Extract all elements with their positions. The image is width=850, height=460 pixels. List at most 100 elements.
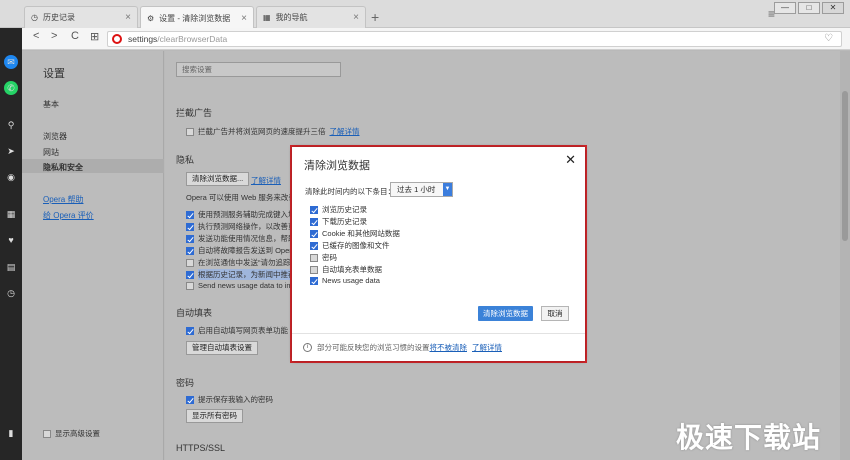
- tab-close-icon[interactable]: ×: [241, 13, 247, 24]
- whatsapp-icon[interactable]: ✆: [4, 81, 18, 95]
- dialog-checkbox[interactable]: [310, 205, 318, 214]
- reload-button[interactable]: C: [71, 30, 79, 42]
- messenger-icon[interactable]: ✉: [4, 55, 18, 69]
- news-icon[interactable]: ▤: [4, 260, 18, 274]
- period-select[interactable]: 过去 1 小时 ▼: [390, 182, 453, 197]
- period-label: 清除此时间内的以下条目：: [305, 187, 395, 196]
- passwords-heading: 密码: [176, 378, 195, 388]
- privacy-option-row[interactable]: 在浏览通信中发送“请勿追踪: [186, 257, 291, 268]
- autofill-heading: 自动填表: [176, 308, 213, 318]
- chevron-down-icon: ▼: [443, 183, 452, 196]
- watermark: 极速下载站: [676, 422, 822, 453]
- back-button[interactable]: <: [33, 30, 39, 42]
- maximize-button[interactable]: □: [798, 2, 820, 14]
- privacy-checkbox[interactable]: [186, 281, 194, 290]
- send-icon[interactable]: ➤: [4, 144, 18, 158]
- passwords-checkbox[interactable]: [186, 395, 194, 404]
- tab-my-navigation[interactable]: ▦ 我的导航 ×: [256, 6, 366, 28]
- dialog-option[interactable]: 下载历史记录: [310, 216, 367, 227]
- tab-close-icon[interactable]: ×: [353, 12, 359, 23]
- adblock-learn-more-link[interactable]: 了解详情: [330, 126, 360, 137]
- dialog-option[interactable]: 已缓存的图像和文件: [310, 240, 390, 251]
- close-icon[interactable]: ✕: [565, 152, 576, 168]
- passwords-row[interactable]: 提示保存我输入的密码: [186, 394, 273, 405]
- rate-opera-link[interactable]: 给 Opera 评价: [43, 210, 94, 221]
- nav-browser[interactable]: 浏览器: [43, 131, 67, 142]
- dialog-option[interactable]: News usage data: [310, 276, 380, 285]
- tabs-view-button[interactable]: ⊞: [90, 30, 99, 43]
- clock-icon: ◷: [31, 13, 38, 22]
- tab-settings[interactable]: ⚙ 设置 - 清除浏览数据 ×: [140, 6, 254, 29]
- privacy-option-row[interactable]: 根据历史记录，为新闻中推荐: [186, 269, 296, 280]
- autofill-row[interactable]: 启用自动填写网页表单功能: [186, 325, 288, 336]
- info-icon: i: [303, 343, 312, 352]
- dialog-option[interactable]: Cookie 和其他网站数据: [310, 228, 400, 239]
- address-bar[interactable]: settings/clearBrowserData ♡: [107, 31, 842, 47]
- settings-title: 设置: [43, 68, 65, 80]
- clear-browsing-data-dialog: 清除浏览数据 ✕ 清除此时间内的以下条目： 过去 1 小时 ▼ 浏览历史记录 下…: [292, 147, 585, 361]
- speed-dial-icon[interactable]: ▦: [4, 207, 18, 221]
- adblock-checkbox[interactable]: [186, 127, 194, 136]
- scrollbar[interactable]: [840, 51, 850, 460]
- grid-icon: ▦: [263, 13, 271, 22]
- nav-websites[interactable]: 网站: [43, 147, 59, 158]
- privacy-checkbox[interactable]: [186, 210, 194, 219]
- manage-autofill-button[interactable]: 管理自动填表设置: [186, 341, 258, 355]
- privacy-option-row[interactable]: 使用预测服务辅助完成键入地: [186, 209, 296, 220]
- privacy-heading: 隐私: [176, 155, 195, 165]
- dialog-checkbox[interactable]: [310, 253, 318, 262]
- dialog-checkbox[interactable]: [310, 217, 318, 226]
- window-controls: — □ ✕: [774, 2, 844, 14]
- url-path: /clearBrowserData: [157, 34, 228, 44]
- search-icon[interactable]: ⚲: [4, 118, 18, 132]
- privacy-option-row[interactable]: 发送功能使用情况信息，帮助: [186, 233, 296, 244]
- adblock-row[interactable]: 拦截广告并将浏览网页的速度提升三倍 了解详情: [186, 126, 360, 137]
- privacy-checkbox[interactable]: [186, 270, 194, 279]
- close-window-button[interactable]: ✕: [822, 2, 844, 14]
- settings-nav: 设置 基本 浏览器 网站 隐私和安全 Opera 帮助 给 Opera 评价 显…: [22, 51, 164, 460]
- history-icon[interactable]: ◷: [4, 286, 18, 300]
- dialog-checkbox[interactable]: [310, 241, 318, 250]
- show-advanced-row[interactable]: 显示高级设置: [43, 428, 100, 439]
- nav-privacy-security[interactable]: 隐私和安全: [43, 162, 83, 173]
- heart-icon[interactable]: ♥: [4, 233, 18, 247]
- new-tab-button[interactable]: +: [371, 9, 379, 25]
- dialog-checkbox[interactable]: [310, 265, 318, 274]
- privacy-option-row[interactable]: Send news usage data to im: [186, 281, 293, 290]
- bookmark-heart-icon[interactable]: ♡: [824, 33, 833, 44]
- dialog-checkbox[interactable]: [310, 229, 318, 238]
- sidebar-toggle-icon[interactable]: ▮: [4, 426, 18, 440]
- gear-icon: ⚙: [147, 13, 155, 23]
- cancel-button[interactable]: 取消: [541, 306, 569, 321]
- privacy-learn-more-link[interactable]: 了解详情: [251, 175, 281, 186]
- privacy-checkbox[interactable]: [186, 234, 194, 243]
- not-cleared-link[interactable]: 将不被清除: [430, 343, 468, 352]
- privacy-option-row[interactable]: 自动将故障报告发送到 Opera: [186, 245, 296, 256]
- show-passwords-button[interactable]: 显示所有密码: [186, 409, 243, 423]
- privacy-checkbox[interactable]: [186, 246, 194, 255]
- dialog-option[interactable]: 密码: [310, 252, 337, 263]
- dialog-option[interactable]: 自动填充表单数据: [310, 264, 382, 275]
- camera-icon[interactable]: ◉: [4, 170, 18, 184]
- dialog-footer: i 部分可能反映您的浏览习惯的设置将不被清除 了解详情: [303, 342, 502, 353]
- tab-close-icon[interactable]: ×: [125, 12, 131, 23]
- opera-help-link[interactable]: Opera 帮助: [43, 194, 83, 205]
- forward-button[interactable]: >: [51, 30, 57, 42]
- privacy-checkbox[interactable]: [186, 258, 194, 267]
- dialog-checkbox[interactable]: [310, 276, 318, 285]
- search-settings-input[interactable]: 搜索设置: [176, 62, 341, 77]
- dialog-option[interactable]: 浏览历史记录: [310, 204, 367, 215]
- clear-browsing-data-button[interactable]: 清除浏览数据...: [186, 172, 250, 186]
- https-heading: HTTPS/SSL: [176, 443, 226, 453]
- privacy-option-row[interactable]: 执行预测网络操作，以改善页: [186, 221, 296, 232]
- dialog-learn-more-link[interactable]: 了解详情: [472, 342, 502, 353]
- show-advanced-checkbox[interactable]: [43, 429, 51, 438]
- minimize-button[interactable]: —: [774, 2, 796, 14]
- tab-history[interactable]: ◷ 历史记录 ×: [24, 6, 138, 28]
- autofill-checkbox[interactable]: [186, 326, 194, 335]
- scrollbar-thumb[interactable]: [842, 91, 848, 241]
- adblock-heading: 拦截广告: [176, 108, 213, 118]
- nav-basic[interactable]: 基本: [43, 99, 59, 110]
- privacy-checkbox[interactable]: [186, 222, 194, 231]
- confirm-clear-button[interactable]: 清除浏览数据: [478, 306, 533, 321]
